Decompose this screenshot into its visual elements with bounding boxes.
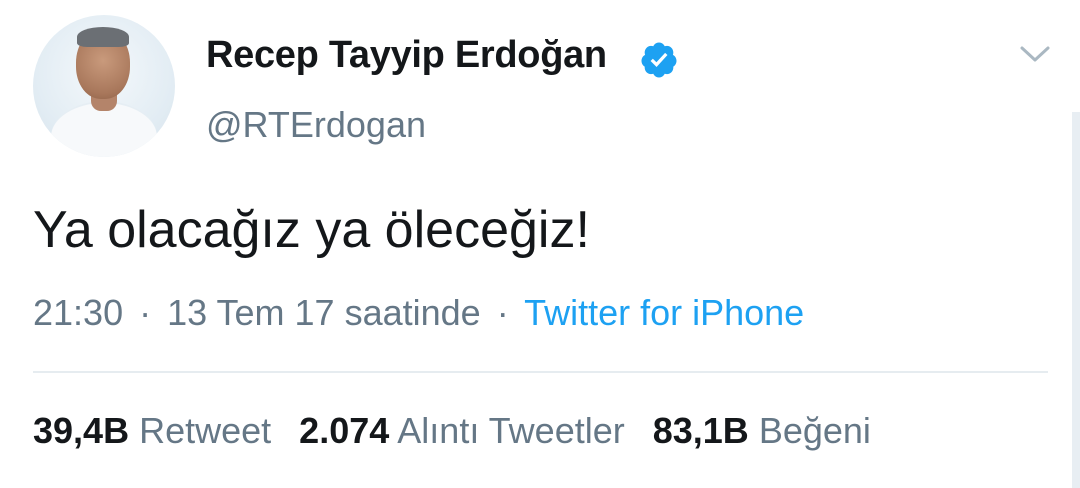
author-name[interactable]: Recep Tayyip Erdoğan	[206, 34, 607, 77]
quotes-stat[interactable]: 2.074 Alıntı Tweetler	[299, 410, 625, 451]
likes-stat[interactable]: 83,1B Beğeni	[653, 410, 871, 451]
meta-separator: ·	[139, 292, 152, 333]
chevron-down-icon[interactable]	[1018, 42, 1052, 66]
avatar-hair	[77, 27, 129, 47]
verified-badge-icon	[641, 42, 677, 78]
quotes-count: 2.074	[299, 410, 390, 451]
divider	[33, 371, 1048, 373]
tweet-time: 21:30	[33, 292, 124, 333]
tweet-stats: 39,4B Retweet 2.074 Alıntı Tweetler 83,1B …	[33, 410, 871, 452]
tweet-source-link[interactable]: Twitter for iPhone	[524, 292, 804, 333]
retweets-count: 39,4B	[33, 410, 130, 451]
retweets-stat[interactable]: 39,4B Retweet	[33, 410, 271, 451]
tweet-meta: 21:30 · 13 Tem 17 saatinde · Twitter for…	[33, 292, 804, 334]
scrollbar[interactable]	[1072, 112, 1080, 488]
avatar[interactable]	[33, 15, 175, 157]
tweet-text: Ya olacağız ya öleceğiz!	[33, 201, 590, 259]
retweets-label: Retweet	[139, 410, 272, 451]
tweet-date[interactable]: 13 Tem 17 saatinde	[167, 292, 481, 333]
meta-separator: ·	[496, 292, 509, 333]
author-handle[interactable]: @RTErdogan	[206, 104, 426, 146]
likes-label: Beğeni	[758, 410, 871, 451]
quotes-label: Alıntı Tweetler	[397, 410, 625, 451]
likes-count: 83,1B	[652, 410, 749, 451]
